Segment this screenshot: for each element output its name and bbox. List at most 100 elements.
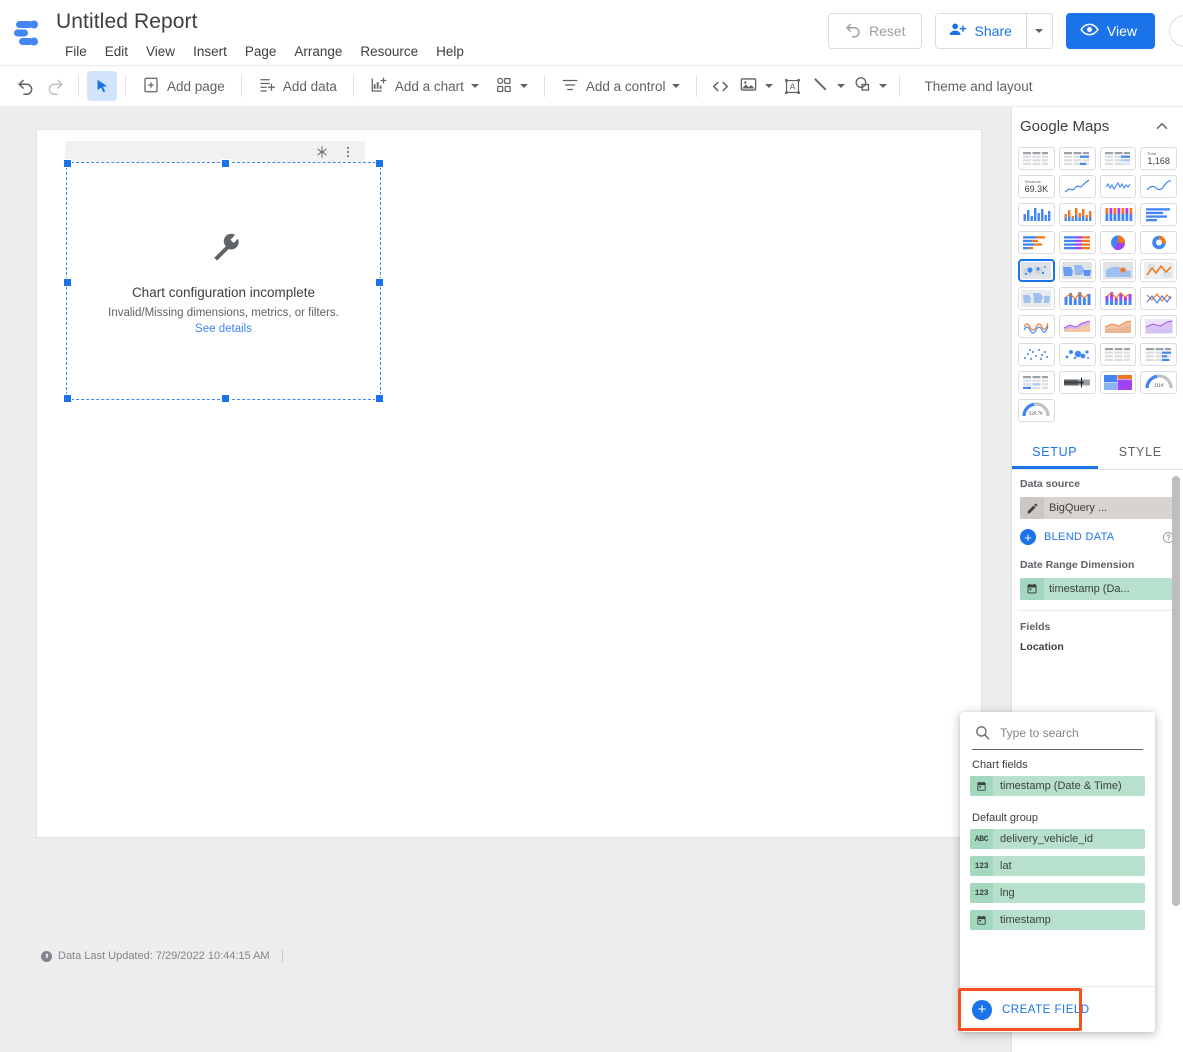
plus-circle-icon[interactable]: + — [972, 999, 992, 1020]
chart-type-table-with-bars[interactable] — [1058, 147, 1096, 170]
add-page-button[interactable]: Add page — [134, 71, 233, 101]
insert-line-button[interactable] — [807, 71, 849, 101]
chart-type-bar-chart[interactable] — [1140, 203, 1177, 226]
field-item-lng[interactable]: 123 lng — [970, 883, 1145, 903]
report-canvas[interactable]: Chart configuration incomplete Invalid/M… — [0, 107, 1011, 1052]
field-item-lat[interactable]: 123 lat — [970, 856, 1145, 876]
resize-handle-n[interactable] — [221, 159, 230, 168]
chart-type-pivot-table-with-bars[interactable] — [1140, 343, 1177, 366]
chart-type-gauge-alt[interactable]: 229.7K — [1018, 399, 1055, 422]
chart-type-donut-chart[interactable] — [1140, 231, 1177, 254]
chart-placeholder[interactable]: Chart configuration incomplete Invalid/M… — [63, 159, 384, 403]
chart-type-bubble-chart[interactable] — [1058, 343, 1096, 366]
menu-item-arrange[interactable]: Arrange — [285, 41, 351, 62]
field-item-timestamp[interactable]: timestamp — [970, 910, 1145, 930]
panel-scrollbar[interactable] — [1172, 476, 1180, 906]
chart-type-grid[interactable]: Total 1,168 Sessions 69.3K 111K 229.7K — [1012, 145, 1183, 428]
avatar[interactable] — [1169, 15, 1183, 47]
report-title[interactable]: Untitled Report — [56, 10, 198, 34]
field-list[interactable]: Chart fields timestamp (Date & Time) Defau… — [960, 750, 1155, 986]
chart-type-google-maps-bubble-map[interactable] — [1018, 259, 1055, 282]
menu-item-edit[interactable]: Edit — [96, 41, 137, 62]
chart-type-google-maps-line-map[interactable] — [1140, 259, 1177, 282]
resize-handle-nw[interactable] — [63, 159, 72, 168]
chart-type-stacked-combo-chart[interactable] — [1099, 287, 1137, 310]
tab-style[interactable]: STYLE — [1098, 434, 1183, 469]
add-data-button[interactable]: Add data — [250, 71, 345, 101]
create-field-button[interactable]: CREATE FIELD — [1002, 1004, 1090, 1016]
chart-type-stacked-bar-chart[interactable] — [1018, 231, 1055, 254]
chart-type-area-chart[interactable] — [1058, 315, 1096, 338]
blend-data-button[interactable]: BLEND DATA — [1044, 531, 1154, 543]
reset-button[interactable]: Reset — [827, 13, 922, 49]
undo-button[interactable] — [10, 71, 40, 101]
more-vert-icon[interactable] — [341, 145, 355, 159]
chart-type-google-maps-filled-map[interactable] — [1058, 259, 1096, 282]
menu-item-insert[interactable]: Insert — [184, 41, 236, 62]
chart-type-smoothed-time-series[interactable] — [1140, 175, 1177, 198]
chart-type-table[interactable] — [1018, 147, 1055, 170]
chart-type-treemap[interactable] — [1099, 371, 1137, 394]
chart-type-line-chart[interactable] — [1140, 287, 1177, 310]
chart-type-scatter-chart[interactable] — [1018, 343, 1055, 366]
plus-circle-icon[interactable]: + — [1020, 529, 1036, 545]
chart-type-geo-chart[interactable] — [1018, 287, 1055, 310]
menu-item-file[interactable]: File — [56, 41, 96, 62]
data-source-chip[interactable]: BigQuery ... — [1020, 497, 1175, 519]
blend-sparkle-icon[interactable] — [315, 145, 329, 159]
chart-type-smoothed-line-chart[interactable] — [1018, 315, 1055, 338]
redo-button[interactable] — [40, 71, 70, 101]
field-picker-dropdown[interactable]: Chart fields timestamp (Date & Time) Defau… — [960, 712, 1155, 1032]
see-details-link[interactable]: See details — [195, 323, 252, 335]
view-button[interactable]: View — [1065, 13, 1155, 49]
chart-type-sparkline-chart[interactable] — [1099, 175, 1137, 198]
chart-type-table-with-heatmap[interactable] — [1099, 147, 1137, 170]
theme-and-layout-button[interactable]: Theme and layout — [914, 71, 1042, 101]
insert-image-button[interactable] — [735, 71, 777, 101]
field-item-timestamp-date-time-[interactable]: timestamp (Date & Time) — [970, 776, 1145, 796]
chevron-down-icon — [879, 84, 888, 88]
chart-type-100-stacked-column-chart[interactable] — [1099, 203, 1137, 226]
share-button[interactable]: Share — [935, 14, 1026, 48]
chart-type-gauge[interactable]: 111K — [1140, 371, 1177, 394]
chart-type-stacked-column-chart[interactable] — [1058, 203, 1096, 226]
share-dropdown-button[interactable] — [1025, 14, 1052, 48]
chart-type-scorecard-compact[interactable]: Sessions 69.3K — [1018, 175, 1055, 198]
add-chart-button[interactable]: Add a chart — [362, 71, 487, 101]
resize-handle-sw[interactable] — [63, 394, 72, 403]
chart-type-pivot-table[interactable] — [1099, 343, 1137, 366]
field-item-delivery-vehicle-id[interactable]: ABC delivery_vehicle_id — [970, 829, 1145, 849]
chart-type-google-maps-heatmap[interactable] — [1099, 259, 1137, 282]
chart-type-bullet-chart[interactable] — [1058, 371, 1096, 394]
chart-type-pie-chart[interactable] — [1099, 231, 1137, 254]
text-box-button[interactable]: A — [777, 71, 807, 101]
chevron-up-icon[interactable] — [1153, 117, 1171, 135]
date-range-dimension-chip[interactable]: timestamp (Da... — [1020, 578, 1175, 600]
search-input[interactable] — [1000, 725, 1155, 740]
chart-type-100-stacked-area-chart[interactable] — [1140, 315, 1177, 338]
menu-item-page[interactable]: Page — [236, 41, 286, 62]
chart-type-time-series[interactable] — [1058, 175, 1096, 198]
resize-handle-e[interactable] — [375, 278, 384, 287]
pencil-icon[interactable] — [1020, 497, 1044, 519]
menu-item-view[interactable]: View — [137, 41, 184, 62]
menu-item-resource[interactable]: Resource — [351, 41, 427, 62]
chart-type-combo-chart[interactable] — [1058, 287, 1096, 310]
insert-shape-button[interactable] — [849, 71, 891, 101]
menu-item-help[interactable]: Help — [427, 41, 473, 62]
chart-type-column-chart[interactable] — [1018, 203, 1055, 226]
select-tool-button[interactable] — [87, 71, 117, 101]
community-visualizations-button[interactable] — [487, 71, 536, 101]
add-control-button[interactable]: Add a control — [553, 71, 689, 101]
resize-handle-ne[interactable] — [375, 159, 384, 168]
resize-handle-s[interactable] — [221, 394, 230, 403]
report-page[interactable]: Chart configuration incomplete Invalid/M… — [37, 130, 981, 837]
chart-type-scorecard[interactable]: Total 1,168 — [1140, 147, 1177, 170]
chart-type-stacked-area-chart[interactable] — [1099, 315, 1137, 338]
resize-handle-se[interactable] — [375, 394, 384, 403]
resize-handle-w[interactable] — [63, 278, 72, 287]
embed-code-button[interactable] — [705, 71, 735, 101]
chart-type-pivot-table-with-heatmap[interactable] — [1018, 371, 1055, 394]
chart-type-100-stacked-bar-chart[interactable] — [1058, 231, 1096, 254]
tab-setup[interactable]: SETUP — [1012, 434, 1098, 469]
